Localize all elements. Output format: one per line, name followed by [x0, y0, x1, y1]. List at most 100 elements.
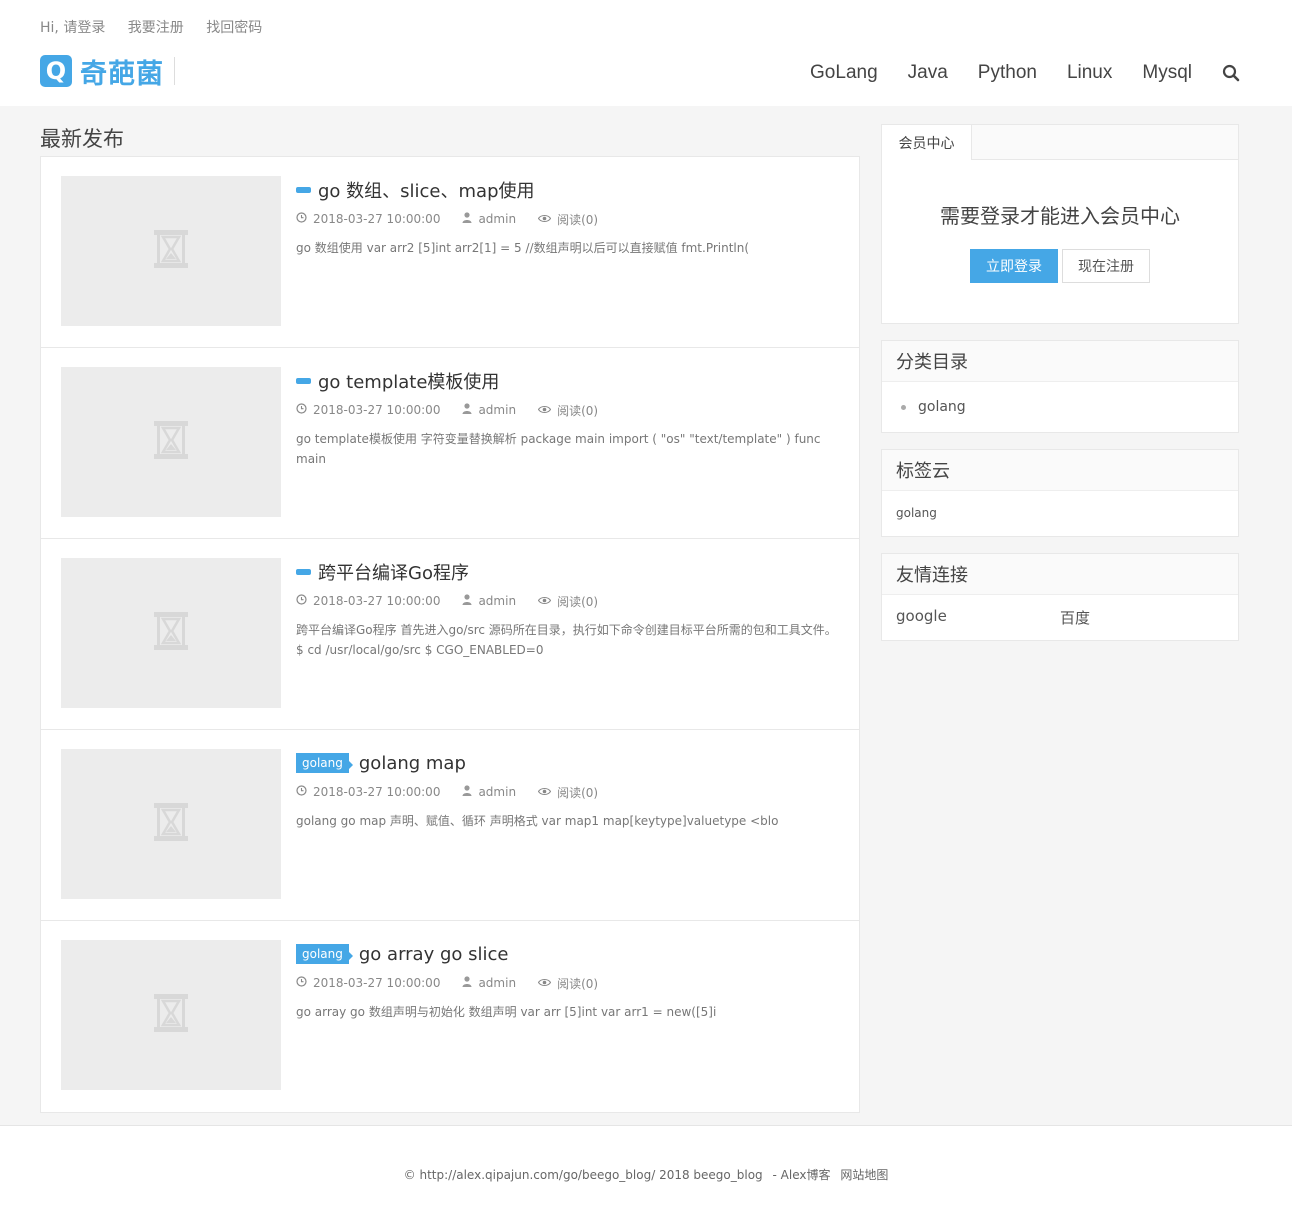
- post-summary: go template模板使用 字符变量替换解析 package main im…: [296, 432, 821, 466]
- footer-copyright: © http://alex.qipajun.com/go/beego_blog/…: [403, 1168, 763, 1182]
- bullet-icon: [901, 404, 906, 410]
- nav-item-java[interactable]: Java: [908, 62, 948, 84]
- post-title[interactable]: go array go slice: [359, 944, 509, 965]
- eye-icon: [537, 594, 557, 608]
- post-title[interactable]: go 数组、slice、map使用: [318, 177, 535, 203]
- post-item: go 数组、slice、map使用 2018-03-27 10:00:00 ad…: [41, 157, 859, 348]
- register-button[interactable]: 现在注册: [1062, 249, 1150, 283]
- post-author: admin: [462, 976, 516, 990]
- footer-blog-link[interactable]: - Alex博客: [773, 1168, 831, 1182]
- eye-icon: [537, 212, 557, 226]
- post-item: golang golang map 2018-03-27 10:00:00 ad…: [41, 730, 859, 921]
- logo[interactable]: Q 奇葩菌: [40, 55, 175, 90]
- title-marker-icon: [296, 378, 311, 384]
- main-nav: GoLang Java Python Linux Mysql: [780, 62, 1240, 84]
- tags-title: 标签云: [882, 450, 1238, 491]
- post-title-row: go template模板使用: [296, 368, 839, 394]
- post-meta: 2018-03-27 10:00:00 admin 阅读(0): [296, 210, 839, 228]
- category-badge[interactable]: golang: [296, 944, 353, 964]
- post-meta: 2018-03-27 10:00:00 admin 阅读(0): [296, 783, 839, 801]
- category-item[interactable]: golang: [896, 394, 1224, 420]
- nav-item-python[interactable]: Python: [978, 62, 1037, 84]
- friend-link-google[interactable]: google: [896, 607, 1060, 628]
- hourglass-icon: [148, 417, 194, 467]
- eye-icon: [537, 785, 557, 799]
- login-button[interactable]: 立即登录: [970, 249, 1058, 283]
- post-summary: go array go 数组声明与初始化 数组声明 var arr [5]int…: [296, 1005, 717, 1019]
- nav-item-linux[interactable]: Linux: [1067, 62, 1112, 84]
- post-item: go template模板使用 2018-03-27 10:00:00 admi…: [41, 348, 859, 539]
- header: Hi, 请登录 我要注册 找回密码 Q 奇葩菌 GoLang Java Pyth…: [0, 0, 1292, 106]
- login-link[interactable]: Hi, 请登录: [40, 20, 105, 36]
- post-author: admin: [462, 785, 516, 799]
- hourglass-icon: [148, 226, 194, 276]
- post-title[interactable]: 跨平台编译Go程序: [318, 559, 469, 585]
- post-reads: 阅读(0): [537, 975, 599, 992]
- hourglass-icon: [148, 990, 194, 1040]
- title-marker-icon: [296, 187, 311, 193]
- post-date: 2018-03-27 10:00:00: [296, 403, 440, 417]
- member-buttons: 立即登录 现在注册: [882, 249, 1238, 283]
- post-summary: golang go map 声明、赋值、循环 声明格式 var map1 map…: [296, 814, 779, 828]
- friend-link-baidu[interactable]: 百度: [1060, 607, 1224, 628]
- recover-password-link[interactable]: 找回密码: [206, 20, 262, 36]
- post-thumbnail[interactable]: [61, 749, 281, 899]
- post-date-text: 2018-03-27 10:00:00: [313, 212, 441, 226]
- post-date: 2018-03-27 10:00:00: [296, 976, 440, 990]
- hourglass-icon: [148, 799, 194, 849]
- post-title[interactable]: go template模板使用: [318, 368, 499, 394]
- logo-divider: [174, 57, 175, 85]
- post-date: 2018-03-27 10:00:00: [296, 594, 440, 608]
- post-item: 跨平台编译Go程序 2018-03-27 10:00:00 admin 阅读(0…: [41, 539, 859, 730]
- clock-icon: [296, 785, 313, 799]
- post-thumbnail[interactable]: [61, 176, 281, 326]
- post-meta: 2018-03-27 10:00:00 admin 阅读(0): [296, 592, 839, 610]
- search-icon[interactable]: [1222, 64, 1240, 82]
- post-title-row: golang golang map: [296, 750, 839, 776]
- post-summary: go 数组使用 var arr2 [5]int arr2[1] = 5 //数组…: [296, 241, 750, 255]
- post-author: admin: [462, 212, 516, 226]
- post-reads: 阅读(0): [537, 402, 598, 419]
- nav-item-mysql[interactable]: Mysql: [1142, 62, 1192, 84]
- nav-item-golang[interactable]: GoLang: [810, 62, 878, 84]
- register-link[interactable]: 我要注册: [128, 20, 184, 36]
- clock-icon: [296, 594, 313, 608]
- post-summary: 跨平台编译Go程序 首先进入go/src 源码所在目录，执行如下命令创建目标平台…: [296, 623, 837, 657]
- main-content: 最新发布 go 数组、slice、map使用 2018-03-27 10:00:…: [40, 106, 860, 1113]
- post-date-text: 2018-03-27 10:00:00: [313, 403, 441, 417]
- post-reads-text: 阅读(0): [557, 785, 599, 800]
- post-title[interactable]: golang map: [359, 753, 466, 774]
- post-item: golang go array go slice 2018-03-27 10:0…: [41, 921, 859, 1112]
- user-icon: [462, 403, 478, 417]
- post-thumbnail[interactable]: [61, 558, 281, 708]
- post-content: 跨平台编译Go程序 2018-03-27 10:00:00 admin 阅读(0…: [296, 559, 839, 660]
- categories-box: 分类目录 golang: [881, 340, 1239, 433]
- post-date: 2018-03-27 10:00:00: [296, 785, 440, 799]
- post-title-row: 跨平台编译Go程序: [296, 559, 839, 585]
- post-reads-text: 阅读(0): [557, 212, 599, 227]
- user-icon: [462, 976, 478, 990]
- post-date-text: 2018-03-27 10:00:00: [313, 594, 441, 608]
- clock-icon: [296, 976, 313, 990]
- post-thumbnail[interactable]: [61, 367, 281, 517]
- post-date: 2018-03-27 10:00:00: [296, 212, 440, 226]
- post-author-text: admin: [478, 976, 517, 990]
- user-icon: [462, 594, 478, 608]
- tag-item[interactable]: golang: [896, 506, 937, 520]
- tags-body: golang: [882, 491, 1238, 536]
- post-author-text: admin: [478, 403, 517, 417]
- title-marker-icon: [296, 569, 311, 575]
- post-reads-text: 阅读(0): [557, 976, 599, 991]
- member-box: 会员中心 需要登录才能进入会员中心 立即登录 现在注册: [881, 124, 1239, 324]
- sidebar: 会员中心 需要登录才能进入会员中心 立即登录 现在注册 分类目录 golang …: [881, 124, 1239, 657]
- logo-text: 奇葩菌: [80, 58, 164, 90]
- post-author: admin: [462, 594, 516, 608]
- footer-sitemap-link[interactable]: 网站地图: [840, 1168, 888, 1182]
- user-icon: [462, 212, 478, 226]
- post-author-text: admin: [478, 212, 517, 226]
- post-reads: 阅读(0): [537, 593, 598, 610]
- post-thumbnail[interactable]: [61, 940, 281, 1090]
- category-badge[interactable]: golang: [296, 753, 353, 773]
- post-reads: 阅读(0): [537, 211, 599, 228]
- tab-member-center[interactable]: 会员中心: [882, 125, 972, 160]
